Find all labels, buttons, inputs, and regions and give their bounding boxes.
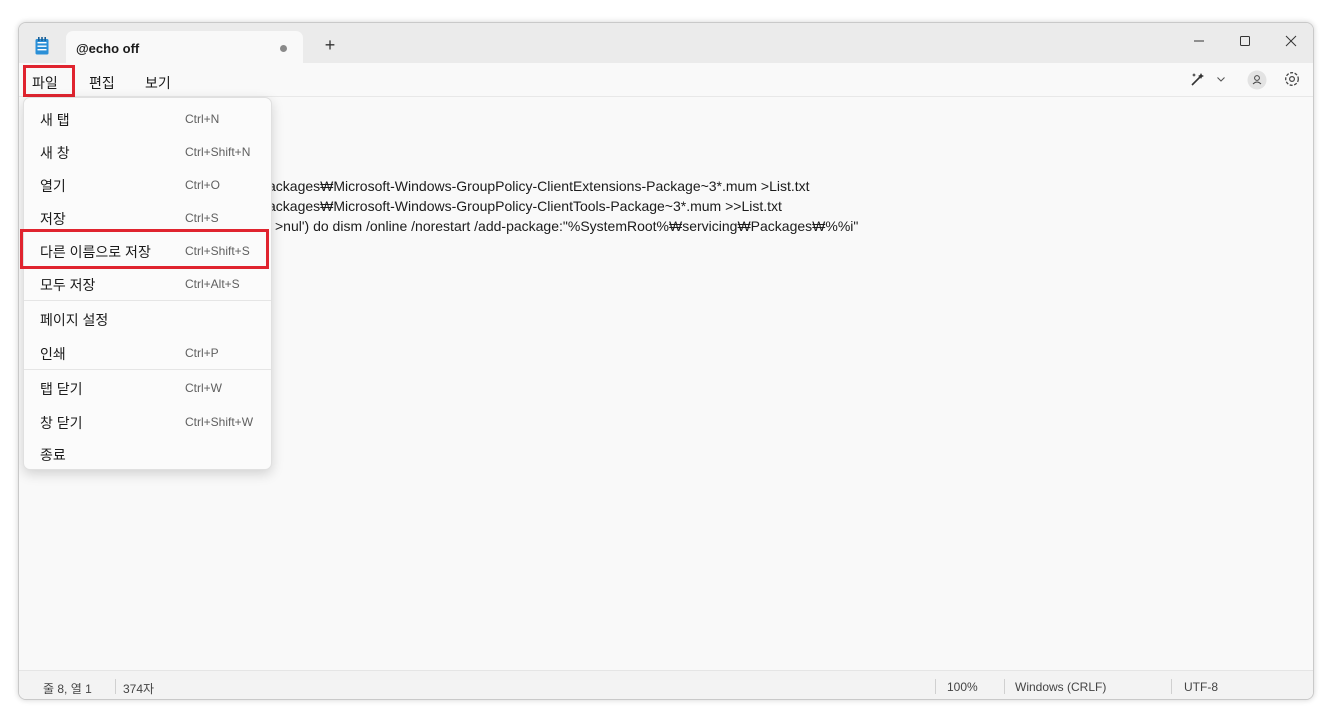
file-menu-highlight-box — [23, 65, 75, 97]
notepad-icon — [35, 37, 49, 55]
menu-item-save-all[interactable]: 모두 저장 Ctrl+Alt+S — [24, 266, 271, 299]
menu-edit[interactable]: 편집 — [89, 73, 115, 93]
menu-item-shortcut: Ctrl+S — [185, 211, 219, 225]
menu-item-close-tab[interactable]: 탭 닫기 Ctrl+W — [24, 370, 271, 403]
encoding[interactable]: UTF-8 — [1184, 680, 1218, 694]
editor-line: >nul') do dism /online /norestart /add-p… — [275, 218, 859, 234]
unsaved-dot-icon[interactable] — [280, 45, 287, 52]
copilot-icon[interactable] — [1189, 70, 1207, 88]
file-menu-dropdown: 새 탭 Ctrl+N 새 창 Ctrl+Shift+N 열기 Ctrl+O 저장… — [23, 97, 272, 470]
menu-item-shortcut: Ctrl+Shift+N — [185, 145, 251, 159]
close-button[interactable] — [1271, 27, 1311, 55]
menu-item-label: 새 창 — [40, 145, 70, 161]
title-bar: @echo off + — [19, 23, 1313, 64]
menu-item-shortcut: Ctrl+N — [185, 112, 220, 126]
menu-item-page-setup[interactable]: 페이지 설정 — [24, 301, 271, 334]
cursor-position: 줄 8, 열 1 — [43, 682, 92, 696]
menu-item-label: 탭 닫기 — [40, 381, 83, 397]
save-as-highlight-box — [20, 229, 269, 269]
account-icon[interactable] — [1247, 70, 1267, 90]
menu-item-label: 열기 — [40, 178, 66, 194]
menu-item-label: 종료 — [40, 447, 66, 463]
status-divider — [115, 679, 116, 694]
tab-title: @echo off — [76, 41, 140, 56]
minimize-button[interactable] — [1179, 27, 1219, 55]
menu-item-label: 페이지 설정 — [40, 312, 109, 328]
menu-item-close-window[interactable]: 창 닫기 Ctrl+Shift+W — [24, 404, 271, 437]
chevron-down-icon[interactable] — [1216, 74, 1226, 84]
menu-item-new-window[interactable]: 새 창 Ctrl+Shift+N — [24, 134, 271, 167]
menu-item-print[interactable]: 인쇄 Ctrl+P — [24, 335, 271, 368]
editor-line: ackages₩Microsoft-Windows-GroupPolicy-Cl… — [268, 198, 782, 214]
menu-view[interactable]: 보기 — [145, 73, 171, 93]
new-tab-button[interactable]: + — [322, 35, 338, 56]
editor-line: ackages₩Microsoft-Windows-GroupPolicy-Cl… — [268, 178, 810, 194]
menu-item-shortcut: Ctrl+Shift+W — [185, 415, 254, 429]
menu-item-label: 인쇄 — [40, 346, 66, 362]
gear-icon[interactable] — [1283, 70, 1301, 88]
menu-bar: 파일 편집 보기 — [19, 63, 1313, 97]
menu-item-exit[interactable]: 종료 — [24, 436, 271, 469]
status-divider — [1171, 679, 1172, 694]
status-bar: 줄 8, 열 1 374자 100% Windows (CRLF) UTF-8 — [19, 670, 1313, 699]
maximize-button[interactable] — [1225, 27, 1265, 55]
menu-item-label: 새 탭 — [40, 112, 70, 128]
menu-item-shortcut: Ctrl+O — [185, 178, 221, 192]
menu-item-label: 창 닫기 — [40, 415, 83, 431]
status-divider — [935, 679, 936, 694]
zoom-level[interactable]: 100% — [947, 680, 978, 694]
menu-item-shortcut: Ctrl+P — [185, 346, 219, 360]
menu-item-shortcut: Ctrl+Alt+S — [185, 277, 240, 291]
menu-item-label: 모두 저장 — [40, 277, 96, 293]
line-ending[interactable]: Windows (CRLF) — [1015, 680, 1106, 694]
status-divider — [1004, 679, 1005, 694]
char-count: 374자 — [123, 682, 155, 696]
menu-item-shortcut: Ctrl+W — [185, 381, 222, 395]
notepad-window: @echo off + 파일 편집 보기 ackages₩Microsoft-W… — [18, 22, 1314, 700]
menu-item-label: 저장 — [40, 211, 66, 227]
menu-item-open[interactable]: 열기 Ctrl+O — [24, 167, 271, 200]
tab-echo-off[interactable]: @echo off — [66, 31, 303, 64]
menu-item-new-tab[interactable]: 새 탭 Ctrl+N — [24, 101, 271, 134]
